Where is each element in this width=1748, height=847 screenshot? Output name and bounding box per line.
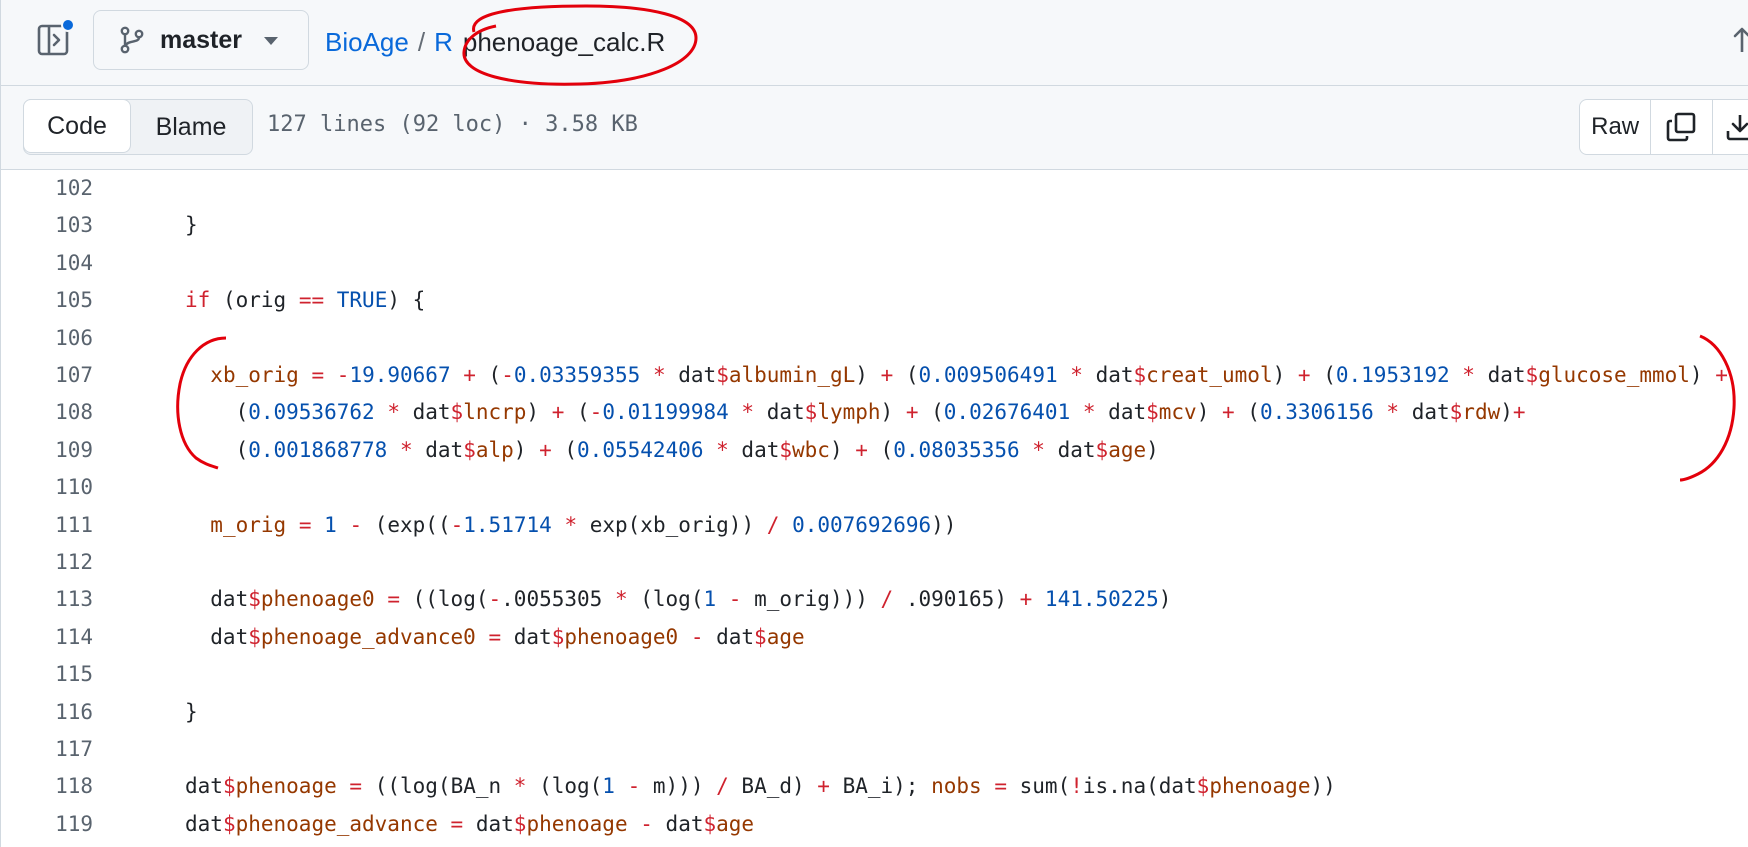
code-line: 113 dat$phenoage0 = ((log(-.0055305 * (l… <box>1 581 1748 618</box>
code-line: 103} <box>1 207 1748 244</box>
tab-blame[interactable]: Blame <box>130 100 252 154</box>
line-number[interactable]: 116 <box>1 694 93 731</box>
code-line: 117 <box>1 731 1748 768</box>
line-number[interactable]: 113 <box>1 581 93 618</box>
download-icon <box>1726 115 1748 141</box>
arrow-up-icon[interactable] <box>1733 26 1748 52</box>
code-line: 116} <box>1 694 1748 731</box>
code-line-text: } <box>185 699 198 724</box>
code-line: 115 <box>1 656 1748 693</box>
line-number[interactable]: 106 <box>1 320 93 357</box>
code-line-text: dat$phenoage_advance0 = dat$phenoage0 - … <box>185 624 805 649</box>
line-number[interactable]: 119 <box>1 806 93 843</box>
line-number[interactable]: 108 <box>1 394 93 431</box>
code-line-text: m_orig = 1 - (exp((-1.51714 * exp(xb_ori… <box>210 512 957 537</box>
tab-code[interactable]: Code <box>23 99 131 153</box>
line-number[interactable]: 103 <box>1 207 93 244</box>
triangle-down-icon <box>264 37 278 45</box>
line-number[interactable]: 105 <box>1 282 93 319</box>
line-number[interactable]: 107 <box>1 357 93 394</box>
line-number[interactable]: 109 <box>1 432 93 469</box>
breadcrumb-separator: / <box>417 26 426 57</box>
code-line-text: xb_orig = -19.90667 + (-0.03359355 * dat… <box>210 363 1728 387</box>
breadcrumb-current-file: phenoage_calc.R <box>462 26 666 57</box>
line-number[interactable]: 102 <box>1 170 93 207</box>
breadcrumb: BioAge / R phenoage_calc.R <box>325 22 665 62</box>
code-line: 112 <box>1 544 1748 581</box>
branch-name: master <box>160 25 242 54</box>
code-line: 109 (0.001868778 * dat$alp) + (0.0554240… <box>1 432 1748 469</box>
file-actions-group: Raw <box>1579 99 1748 155</box>
code-toolbar: Code Blame 127 lines (92 loc) · 3.58 KB … <box>0 86 1748 170</box>
code-line: 118 dat$phenoage = ((log(BA_n * (log(1 - … <box>1 768 1748 805</box>
code-line-text: dat$phenoage_advance = dat$phenoage - da… <box>185 811 755 836</box>
code-line-text: dat$phenoage = ((log(BA_n * (log(1 - m))… <box>185 774 1336 799</box>
sidebar-toggle-button[interactable] <box>37 18 75 58</box>
branch-selector-button[interactable]: master <box>93 10 309 70</box>
code-line-text: if (orig == TRUE) { <box>185 288 426 313</box>
line-number[interactable]: 110 <box>1 469 93 506</box>
file-header: master BioAge / R phenoage_calc.R <box>0 0 1748 86</box>
breadcrumb-repo-link[interactable]: BioAge <box>325 27 409 58</box>
code-line-text: (0.09536762 * dat$lncrp) + (-0.01199984 … <box>185 400 1526 425</box>
code-line: 111 m_orig = 1 - (exp((-1.51714 * exp(xb… <box>1 507 1748 544</box>
breadcrumb-folder-link[interactable]: R <box>434 27 453 58</box>
line-number[interactable]: 117 <box>1 731 93 768</box>
notification-dot <box>61 18 75 32</box>
line-number[interactable]: 112 <box>1 544 93 581</box>
copy-raw-button[interactable] <box>1651 100 1713 154</box>
code-line: 102 <box>1 170 1748 207</box>
line-number[interactable]: 114 <box>1 619 93 656</box>
git-branch-icon <box>120 26 144 54</box>
code-line: 119 dat$phenoage_advance = dat$phenoage -… <box>1 806 1748 843</box>
code-line-text: } <box>185 213 198 238</box>
code-line: 110 <box>1 469 1748 506</box>
raw-button[interactable]: Raw <box>1580 100 1652 154</box>
code-line: 104 <box>1 245 1748 282</box>
line-number[interactable]: 104 <box>1 245 93 282</box>
code-line: 107 xb_orig = -19.90667 + (-0.03359355 *… <box>1 357 1748 394</box>
line-number[interactable]: 111 <box>1 507 93 544</box>
copy-icon <box>1667 112 1696 142</box>
file-stats: 127 lines (92 loc) · 3.58 KB <box>267 112 638 137</box>
download-raw-button[interactable] <box>1713 100 1748 154</box>
code-viewer[interactable]: 102 103} 104 105 if (orig == TRUE) {106 107 x… <box>0 170 1748 847</box>
code-line: 108 (0.09536762 * dat$lncrp) + (-0.01199… <box>1 394 1748 431</box>
code-line-text: (0.001868778 * dat$alp) + (0.05542406 * … <box>185 437 1159 462</box>
code-line: 105 if (orig == TRUE) { <box>1 282 1748 319</box>
code-line: 106 <box>1 320 1748 357</box>
line-number[interactable]: 118 <box>1 768 93 805</box>
view-mode-segmented-control: Code Blame <box>23 99 253 155</box>
code-line-text: dat$phenoage0 = ((log(-.0055305 * (log(1… <box>185 587 1172 612</box>
code-line: 114 dat$phenoage_advance0 = dat$phenoage… <box>1 619 1748 656</box>
line-number[interactable]: 115 <box>1 656 93 693</box>
